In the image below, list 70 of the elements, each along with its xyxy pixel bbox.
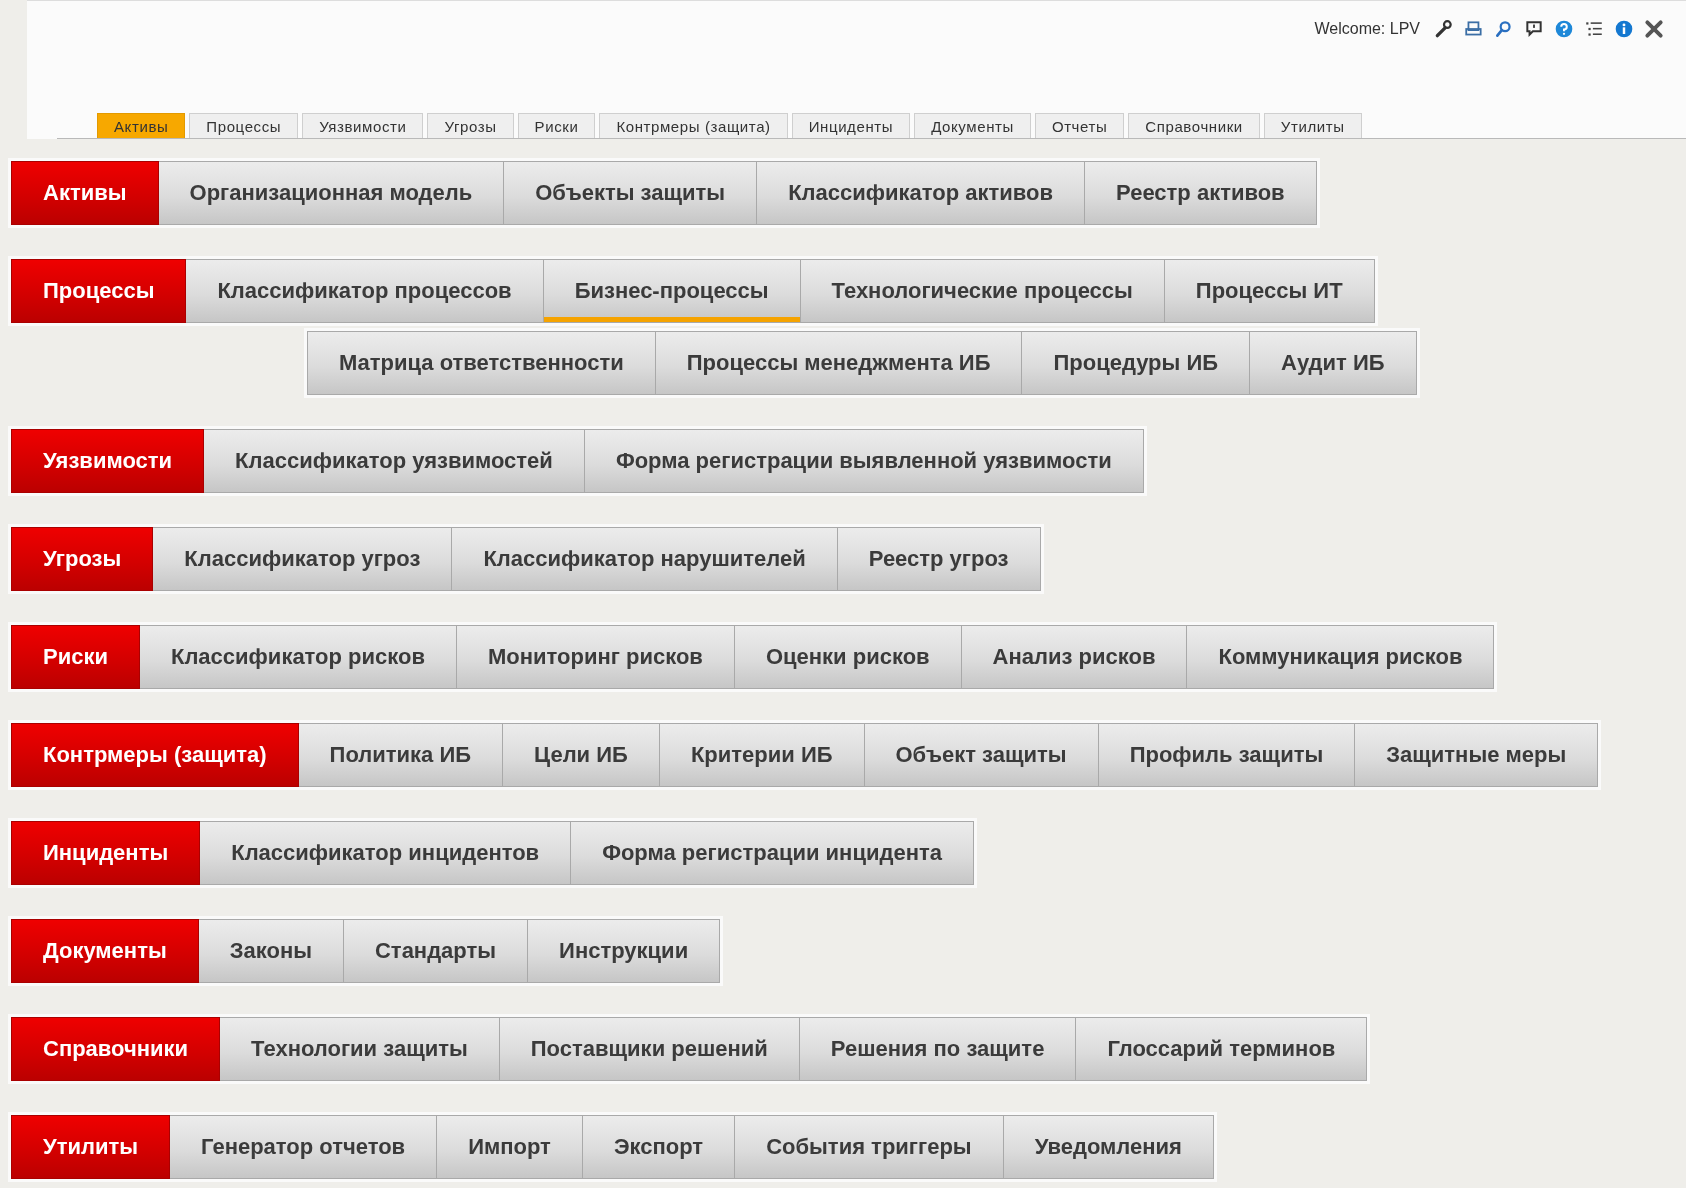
menu-item[interactable]: Уведомления bbox=[1003, 1115, 1214, 1179]
nav-tab[interactable]: Утилиты bbox=[1263, 113, 1362, 138]
menu-item[interactable]: Объект защиты bbox=[864, 723, 1099, 787]
section-button[interactable]: Утилиты bbox=[11, 1115, 171, 1179]
menu-item[interactable]: Защитные меры bbox=[1355, 723, 1599, 787]
menu-item[interactable]: Классификатор угроз bbox=[153, 527, 453, 591]
info-icon[interactable] bbox=[1614, 19, 1634, 39]
nav-tab[interactable]: Отчеты bbox=[1034, 113, 1125, 138]
search-icon[interactable] bbox=[1494, 19, 1514, 39]
section-button[interactable]: Процессы bbox=[11, 259, 187, 323]
menu-item[interactable]: Анализ рисков bbox=[961, 625, 1188, 689]
menu-item[interactable]: Классификатор нарушителей bbox=[452, 527, 838, 591]
nav-tab[interactable]: Документы bbox=[914, 113, 1031, 138]
menu-item[interactable]: Объекты защиты bbox=[504, 161, 758, 225]
menu-item[interactable]: Профиль защиты bbox=[1098, 723, 1356, 787]
menu-item[interactable]: Форма регистрации выявленной уязвимости bbox=[584, 429, 1144, 493]
menu-item[interactable]: Классификатор рисков bbox=[139, 625, 457, 689]
menu-item[interactable]: Мониторинг рисков bbox=[457, 625, 735, 689]
section-button[interactable]: Справочники bbox=[11, 1017, 221, 1081]
list-icon[interactable] bbox=[1584, 19, 1604, 39]
menu-item[interactable]: Генератор отчетов bbox=[170, 1115, 438, 1179]
nav-tab[interactable]: Уязвимости bbox=[302, 113, 424, 138]
menu-item[interactable]: Оценки рисков bbox=[734, 625, 962, 689]
menu-item[interactable]: Стандарты bbox=[343, 919, 529, 983]
menu-item[interactable]: Решения по защите bbox=[799, 1017, 1077, 1081]
menu-item[interactable]: Организационная модель bbox=[158, 161, 505, 225]
section-button[interactable]: Документы bbox=[11, 919, 199, 983]
close-icon[interactable] bbox=[1644, 19, 1664, 39]
menu-item[interactable]: Процедуры ИБ bbox=[1022, 331, 1251, 395]
menu-item[interactable]: Процессы менеджмента ИБ bbox=[655, 331, 1023, 395]
menu-item[interactable]: Поставщики решений bbox=[499, 1017, 800, 1081]
section-button[interactable]: Уязвимости bbox=[11, 429, 205, 493]
menu-item[interactable]: Цели ИБ bbox=[503, 723, 660, 787]
menu-item[interactable]: Классификатор инцидентов bbox=[200, 821, 572, 885]
menu-item[interactable]: Технологические процессы bbox=[800, 259, 1165, 323]
nav-tab[interactable]: Процессы bbox=[189, 113, 299, 138]
menu-item[interactable]: Аудит ИБ bbox=[1250, 331, 1417, 395]
menu-item[interactable]: Импорт bbox=[437, 1115, 583, 1179]
menu-item[interactable]: Законы bbox=[198, 919, 344, 983]
menu-item[interactable]: Классификатор активов bbox=[757, 161, 1086, 225]
nav-tab[interactable]: Контрмеры (защита) bbox=[599, 113, 788, 138]
menu-item[interactable]: Классификатор процессов bbox=[186, 259, 544, 323]
menu-item[interactable]: Матрица ответственности bbox=[307, 331, 656, 395]
section-button[interactable]: Угрозы bbox=[11, 527, 154, 591]
menu-item[interactable]: Политика ИБ bbox=[298, 723, 504, 787]
menu-item[interactable]: Реестр угроз bbox=[837, 527, 1041, 591]
nav-tab[interactable]: Справочники bbox=[1128, 113, 1260, 138]
nav-tab[interactable]: Инциденты bbox=[791, 113, 911, 138]
section-button[interactable]: Инциденты bbox=[11, 821, 201, 885]
menu-item[interactable]: Глоссарий терминов bbox=[1076, 1017, 1368, 1081]
comment-icon[interactable] bbox=[1524, 19, 1544, 39]
section-button[interactable]: Риски bbox=[11, 625, 140, 689]
menu-item[interactable]: Инструкции bbox=[528, 919, 721, 983]
menu-item[interactable]: Экспорт bbox=[582, 1115, 736, 1179]
nav-tab[interactable]: Активы bbox=[97, 113, 186, 138]
menu-item[interactable]: Реестр активов bbox=[1085, 161, 1317, 225]
menu-item[interactable]: Коммуникация рисков bbox=[1187, 625, 1495, 689]
menu-item[interactable]: События триггеры bbox=[735, 1115, 1004, 1179]
section-button[interactable]: Контрмеры (защита) bbox=[11, 723, 299, 787]
welcome-text: Welcome: LPV bbox=[1314, 20, 1420, 38]
help-icon[interactable] bbox=[1554, 19, 1574, 39]
menu-item[interactable]: Критерии ИБ bbox=[659, 723, 865, 787]
nav-tab[interactable]: Угрозы bbox=[427, 113, 514, 138]
menu-item[interactable]: Процессы ИТ bbox=[1164, 259, 1375, 323]
menu-item[interactable]: Технологии защиты bbox=[220, 1017, 500, 1081]
menu-item[interactable]: Бизнес-процессы bbox=[543, 259, 801, 323]
menu-item[interactable]: Форма регистрации инцидента bbox=[571, 821, 974, 885]
menu-item[interactable]: Классификатор уязвимостей bbox=[204, 429, 585, 493]
section-button[interactable]: Активы bbox=[11, 161, 159, 225]
nav-tab[interactable]: Риски bbox=[517, 113, 596, 138]
